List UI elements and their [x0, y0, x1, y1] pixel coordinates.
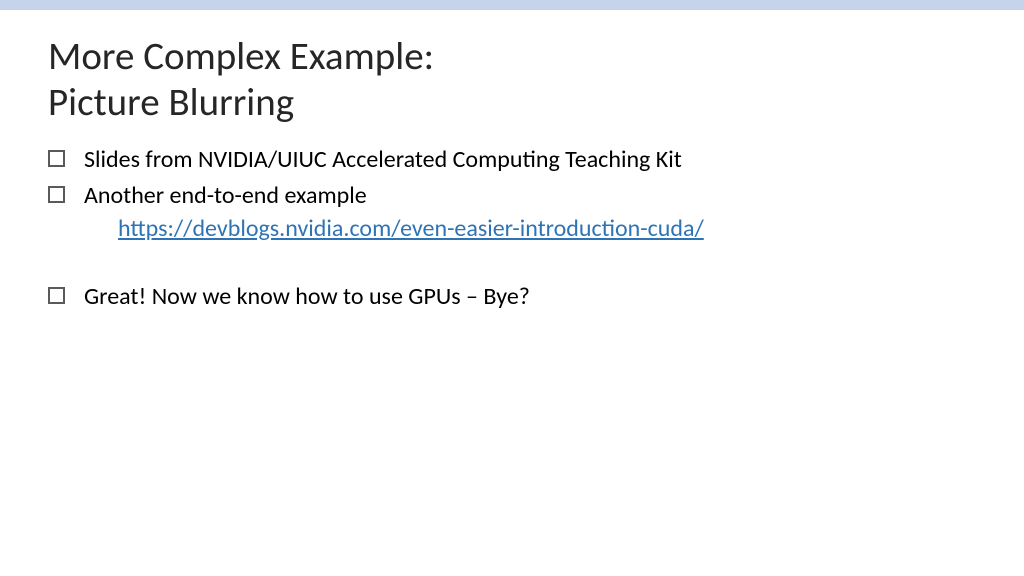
list-item: Great! Now we know how to use GPUs – Bye… — [48, 281, 976, 313]
spacer — [48, 249, 976, 281]
title-line-1: More Complex Example: — [48, 33, 434, 80]
bullet-text: Another end-to-end example — [84, 181, 367, 210]
square-bullet-icon — [48, 186, 65, 203]
list-item: Another end-to-end example https://devbl… — [48, 180, 976, 245]
bullet-text: Great! Now we know how to use GPUs – Bye… — [84, 282, 530, 311]
bullet-text: Slides from NVIDIA/UIUC Accelerated Comp… — [84, 145, 682, 174]
cuda-intro-link[interactable]: https://devblogs.nvidia.com/even-easier-… — [84, 213, 704, 245]
list-item: Slides from NVIDIA/UIUC Accelerated Comp… — [48, 144, 976, 176]
slide-title: More Complex Example: Picture Blurring — [48, 34, 976, 126]
bullet-list: Slides from NVIDIA/UIUC Accelerated Comp… — [48, 144, 976, 314]
square-bullet-icon — [48, 150, 65, 167]
slide-body: More Complex Example: Picture Blurring S… — [0, 10, 1024, 342]
title-line-2: Picture Blurring — [48, 79, 294, 126]
top-accent-bar — [0, 0, 1024, 10]
square-bullet-icon — [48, 287, 65, 304]
